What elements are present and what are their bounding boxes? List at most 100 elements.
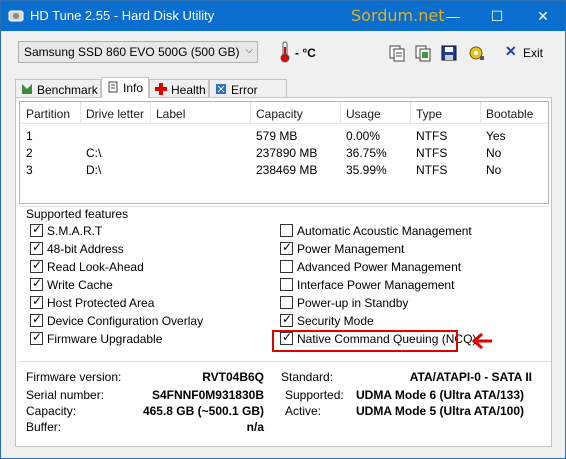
- ncq-highlight-box: [272, 330, 458, 352]
- options-icon[interactable]: [467, 44, 485, 62]
- checkbox[interactable]: ✓: [280, 240, 293, 255]
- checkbox[interactable]: ✓: [30, 330, 43, 345]
- checkbox[interactable]: ✓: [30, 276, 43, 291]
- health-icon: [155, 83, 167, 95]
- checkmark-icon: ✓: [32, 240, 43, 254]
- feature-label: Power Management: [297, 242, 405, 256]
- hd-tune-app-icon: [8, 10, 24, 22]
- feature-label: Firmware Upgradable: [47, 332, 163, 346]
- checkbox[interactable]: [280, 278, 293, 291]
- tab-info-label: Info: [123, 81, 144, 95]
- cell-capacity: 579 MB: [256, 129, 298, 143]
- red-arrow-icon: [471, 332, 492, 350]
- feature-label: Advanced Power Management: [297, 260, 462, 274]
- capacity-label: Capacity:: [26, 404, 77, 418]
- close-button[interactable]: ✕: [521, 1, 565, 31]
- column-header[interactable]: Label: [156, 107, 185, 121]
- buffer-label: Buffer:: [26, 420, 62, 434]
- column-header[interactable]: Type: [416, 107, 442, 121]
- cell-type: NTFS: [416, 129, 448, 143]
- benchmark-icon: [22, 84, 32, 94]
- supported-value: UDMA Mode 6 (Ultra ATA/133): [356, 388, 525, 402]
- drive-select[interactable]: Samsung SSD 860 EVO 500G (500 GB) ⌵: [18, 41, 258, 63]
- checkbox[interactable]: ✓: [30, 312, 43, 327]
- checkmark-icon: ✓: [32, 312, 43, 326]
- table-row[interactable]: 3 D:\ 238469 MB 35.99% NTFS No: [20, 162, 548, 179]
- buffer-value: n/a: [246, 420, 264, 434]
- copy-screenshot-icon[interactable]: [414, 44, 432, 62]
- capacity-value: 465.8 GB (~500.1 GB): [142, 404, 264, 418]
- tab-error-scan[interactable]: Error Scan: [209, 79, 287, 111]
- checkbox[interactable]: ✓: [30, 240, 43, 255]
- cell-type: NTFS: [416, 163, 448, 177]
- maximize-button[interactable]: ☐: [475, 1, 519, 31]
- cell-capacity: 238469 MB: [256, 163, 318, 177]
- standard-value: ATA/ATAPI-0 - SATA II: [409, 370, 532, 384]
- column-header[interactable]: Bootable: [486, 107, 533, 121]
- drive-select-value: Samsung SSD 860 EVO 500G (500 GB): [24, 45, 240, 59]
- checkbox[interactable]: ✓: [30, 258, 43, 273]
- checkmark-icon: ✓: [282, 312, 293, 326]
- cell-partition: 3: [26, 163, 33, 177]
- partition-list[interactable]: Partition Drive letter Label Capacity Us…: [19, 101, 549, 204]
- cell-bootable: No: [486, 163, 502, 177]
- serial-value: S4FNNF0M931830B: [151, 388, 264, 402]
- cell-drive-letter: C:\: [86, 146, 102, 160]
- partition-list-header: Partition Drive letter Label Capacity Us…: [20, 102, 548, 124]
- checkbox[interactable]: [280, 260, 293, 273]
- supported-features-title: Supported features: [24, 207, 132, 221]
- feature-label: Write Cache: [47, 278, 113, 292]
- column-header[interactable]: Capacity: [256, 107, 303, 121]
- tab-benchmark[interactable]: Benchmark: [15, 79, 101, 98]
- feature-label: Read Look-Ahead: [47, 260, 144, 274]
- info-icon: [108, 81, 118, 93]
- checkbox[interactable]: [280, 224, 293, 237]
- cell-bootable: Yes: [486, 129, 506, 143]
- checkmark-icon: ✓: [282, 240, 293, 254]
- feature-label: Device Configuration Overlay: [47, 314, 204, 328]
- temperature-readout: - °C: [295, 46, 316, 60]
- tab-health[interactable]: Health: [149, 79, 209, 98]
- checkbox[interactable]: [280, 296, 293, 309]
- feature-label: Host Protected Area: [47, 296, 155, 310]
- checkbox[interactable]: ✓: [280, 312, 293, 327]
- cell-usage: 35.99%: [346, 163, 387, 177]
- cell-type: NTFS: [416, 146, 448, 160]
- checkbox[interactable]: ✓: [30, 222, 43, 237]
- exit-button[interactable]: ✕ Exit: [499, 41, 549, 63]
- column-header[interactable]: Drive letter: [86, 107, 144, 121]
- tab-benchmark-label: Benchmark: [37, 83, 98, 97]
- checkmark-icon: ✓: [32, 276, 43, 290]
- checkmark-icon: ✓: [32, 222, 43, 236]
- checkmark-icon: ✓: [32, 258, 43, 272]
- checkbox[interactable]: ✓: [30, 294, 43, 309]
- app-window: HD Tune 2.55 - Hard Disk Utility Sordum.…: [0, 0, 566, 459]
- feature-label: Automatic Acoustic Management: [297, 224, 472, 238]
- device-info-section: Firmware version: RVT04B6Q Serial number…: [18, 361, 551, 444]
- cell-partition: 1: [26, 129, 33, 143]
- feature-label: Security Mode: [297, 314, 374, 328]
- table-row[interactable]: 2 C:\ 237890 MB 36.75% NTFS No: [20, 145, 548, 162]
- table-row[interactable]: 1 579 MB 0.00% NTFS Yes: [20, 128, 548, 145]
- copy-info-icon[interactable]: [388, 44, 406, 62]
- thermometer-icon: [280, 41, 290, 63]
- exit-icon: ✕: [505, 43, 517, 59]
- exit-label: Exit: [523, 46, 544, 60]
- cell-usage: 36.75%: [346, 146, 387, 160]
- error-scan-icon: [216, 84, 226, 94]
- chevron-down-icon: ⌵: [245, 45, 253, 56]
- title-bar[interactable]: HD Tune 2.55 - Hard Disk Utility Sordum.…: [1, 1, 565, 31]
- minimize-button[interactable]: —: [431, 1, 475, 31]
- checkmark-icon: ✓: [32, 330, 43, 344]
- column-header[interactable]: Partition: [26, 107, 70, 121]
- column-header[interactable]: Usage: [346, 107, 381, 121]
- serial-label: Serial number:: [26, 388, 105, 402]
- window-title: HD Tune 2.55 - Hard Disk Utility: [30, 8, 215, 23]
- feature-label: 48-bit Address: [47, 242, 124, 256]
- tab-info[interactable]: Info: [101, 77, 149, 98]
- save-icon[interactable]: [440, 44, 458, 62]
- feature-label: Interface Power Management: [297, 278, 455, 292]
- cell-drive-letter: D:\: [86, 163, 102, 177]
- cell-bootable: No: [486, 146, 502, 160]
- firmware-value: RVT04B6Q: [202, 370, 264, 384]
